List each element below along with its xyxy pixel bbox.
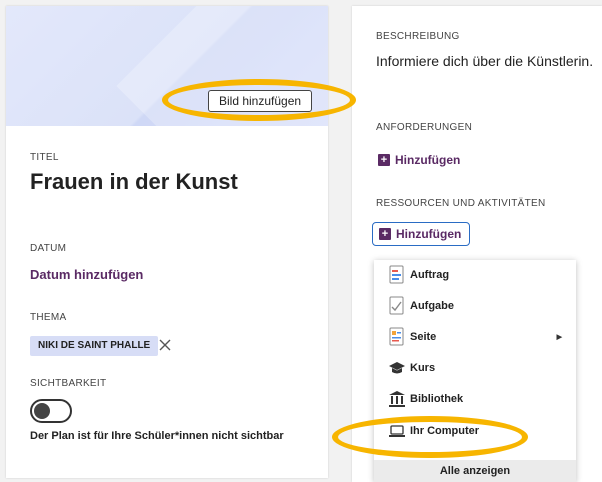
visibility-toggle[interactable] [30,399,72,423]
add-date-link[interactable]: Datum hinzufügen [30,267,143,282]
menu-item-assignment[interactable]: Auftrag [374,260,576,290]
library-icon [388,389,406,409]
assignment-icon [388,265,406,285]
plan-title[interactable]: Frauen in der Kunst [30,169,238,195]
title-label: TITEL [30,152,59,163]
date-label: DATUM [30,243,67,254]
visibility-note: Der Plan ist für Ihre Schüler*innen nich… [30,430,284,442]
topic-chip: NIKI DE SAINT PHALLE [30,336,159,356]
plus-icon: + [379,228,391,240]
menu-item-course[interactable]: Kurs [374,353,576,383]
menu-item-library[interactable]: Bibliothek [374,384,576,414]
page-icon [388,327,406,347]
requirements-label: ANFORDERUNGEN [376,122,473,133]
topic-label: THEMA [30,312,67,323]
visibility-label: SICHTBARKEIT [30,378,107,389]
add-resource-button[interactable]: + Hinzufügen [372,222,471,246]
plus-icon: + [378,154,390,166]
course-icon [388,359,406,379]
add-resource-label: Hinzufügen [396,227,462,241]
add-requirement-button[interactable]: + Hinzufügen [378,153,460,167]
menu-item-page[interactable]: Seite ▶ [374,322,576,352]
description-label: BESCHREIBUNG [376,31,460,42]
add-requirement-label: Hinzufügen [395,153,461,167]
plan-card: Bild hinzufügen TITEL Frauen in der Kuns… [6,6,328,478]
toggle-knob [34,403,50,419]
add-image-button[interactable]: Bild hinzufügen [208,90,313,112]
resources-label: RESSOURCEN UND AKTIVITÄTEN [376,198,546,209]
cover-image-area: Bild hinzufügen [6,6,328,126]
task-icon [388,296,406,316]
description-text[interactable]: Informiere dich über die Künstlerin. [376,53,593,69]
show-all-button[interactable]: Alle anzeigen [374,460,576,482]
remove-topic-icon[interactable] [158,338,172,352]
menu-item-task[interactable]: Aufgabe [374,291,576,321]
details-card: BESCHREIBUNG Informiere dich über die Kü… [352,6,602,482]
menu-item-computer[interactable]: Ihr Computer [374,416,576,446]
laptop-icon [388,422,406,442]
resource-dropdown-menu: Auftrag Aufgabe Seite ▶ Kurs Bibliothek … [374,260,576,482]
chevron-right-icon: ▶ [556,334,562,341]
